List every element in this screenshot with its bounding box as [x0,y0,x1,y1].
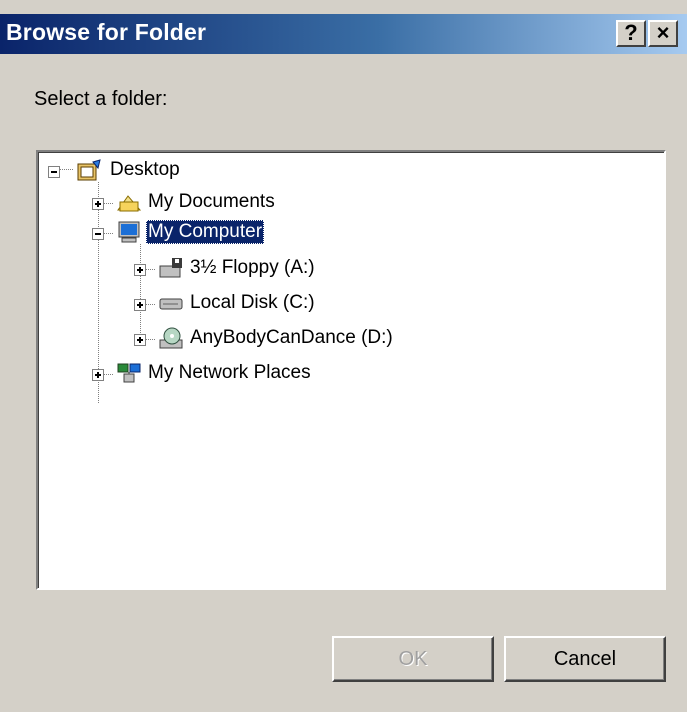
expand-icon[interactable] [92,198,104,210]
floppy-drive-icon [158,256,184,280]
browse-for-folder-dialog: Browse for Folder ? × Select a folder: D… [0,0,687,712]
window-title: Browse for Folder [6,19,207,45]
tree-item-label: Desktop [110,159,180,180]
tree-item-label: My Network Places [148,362,311,383]
expand-icon[interactable] [92,369,104,381]
tree-connector [60,169,74,170]
expand-icon[interactable] [134,299,146,311]
hard-disk-icon [158,291,184,315]
title-bar[interactable]: Browse for Folder ? × [0,14,687,54]
folder-tree[interactable]: Desktop My Documents My Computer 3½ Flop… [36,150,666,590]
tree-item-label: 3½ Floppy (A:) [190,257,315,278]
cd-drive-icon [158,326,184,350]
tree-item-label: Local Disk (C:) [190,292,315,313]
close-button[interactable]: × [648,20,678,47]
expand-icon[interactable] [134,264,146,276]
tree-connector [140,244,141,344]
desktop-icon [76,158,102,182]
cancel-button[interactable]: Cancel [504,636,666,682]
tree-item-label: My Documents [148,191,275,212]
tree-item-label: AnyBodyCanDance (D:) [190,327,393,348]
help-button[interactable]: ? [616,20,646,47]
collapse-icon[interactable] [92,228,104,240]
tree-item-label-selected: My Computer [146,220,265,244]
collapse-icon[interactable] [48,166,60,178]
prompt-label: Select a folder: [34,88,168,110]
ok-button[interactable]: OK [332,636,494,682]
network-places-icon [116,361,142,385]
my-documents-folder-icon [116,190,142,214]
my-computer-icon [116,220,142,244]
expand-icon[interactable] [134,334,146,346]
